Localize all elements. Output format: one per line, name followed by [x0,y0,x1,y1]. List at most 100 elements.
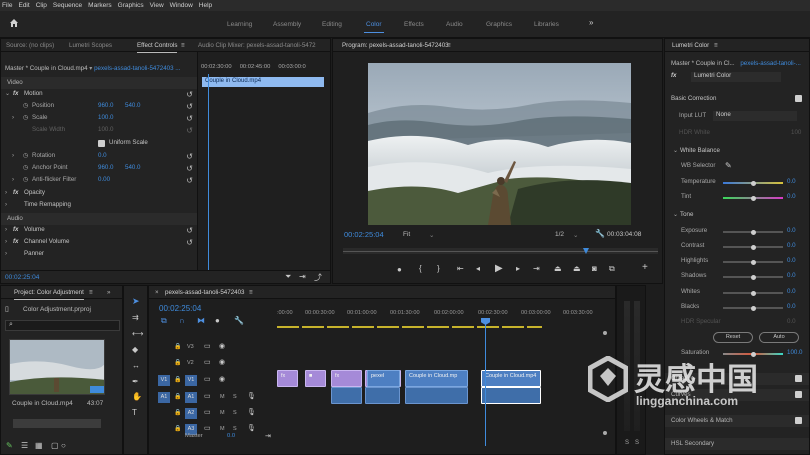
scale-value[interactable]: 100.0 [98,114,113,121]
opacity-row[interactable]: › fx Opacity [1,189,197,201]
step-back-icon[interactable]: ◂ [476,264,480,273]
lock-icon[interactable]: 🔒 [174,376,181,383]
program-timecode[interactable]: 00:02:25:04 [344,230,384,239]
scroll-handle[interactable] [603,431,607,435]
slider-knob[interactable] [751,259,756,265]
slider-knob[interactable] [751,180,756,186]
fit-dropdown[interactable]: Fit [403,231,410,238]
eyedropper-icon[interactable]: ✎ [725,161,732,170]
video-clip[interactable]: pexel [367,370,400,387]
chevron-right-icon[interactable]: › [5,250,7,257]
ec-mini-timeline[interactable]: 00:02:30:00 00:02:45:00 00:03:00:0 Coupl… [197,52,330,272]
add-marker-icon[interactable]: ● [397,265,402,274]
whites-value[interactable]: 0.0 [787,288,796,295]
chevron-down-icon[interactable]: ⌄ [673,147,678,154]
reset-icon[interactable]: ↺ [186,152,193,161]
temperature-slider[interactable] [723,180,783,186]
hsl-secondary-header[interactable]: HSL Secondary [665,438,809,450]
curves-header[interactable]: Curves [665,389,809,401]
list-view-icon[interactable]: ☰ [21,441,28,450]
add-button-icon[interactable]: + [642,262,648,273]
reset-icon[interactable]: ↺ [186,226,193,235]
menu-markers[interactable]: Markers [88,2,111,9]
home-icon[interactable] [9,18,19,28]
video-clip[interactable]: ■ [305,370,326,387]
stopwatch-icon[interactable]: ◷ [23,164,28,171]
microphone-icon[interactable]: 🎙 [247,424,256,432]
track-target-a2[interactable]: A2 [185,408,197,419]
lumetri-master-clip[interactable]: Master * Couple in Cl... [671,60,735,67]
go-to-end-icon[interactable]: ⇥ [265,432,271,440]
program-video-frame[interactable] [368,63,631,225]
go-to-out-icon[interactable]: ⇥ [533,264,540,273]
slider-knob[interactable] [751,195,756,201]
project-title[interactable]: Project: Color Adjustment [14,289,84,300]
tab-audio-clip-mixer[interactable]: Audio Clip Mixer: pexels-assad-tanoli-54… [198,42,316,49]
ws-tab-libraries[interactable]: Libraries [534,21,559,28]
blacks-slider[interactable] [723,305,783,311]
ws-tab-editing[interactable]: Editing [322,21,342,28]
slider-knob[interactable] [751,290,756,296]
tint-value[interactable]: 0.0 [787,193,796,200]
project-search-input[interactable]: ⌕ [5,320,120,331]
ws-tab-audio[interactable]: Audio [446,21,463,28]
snap-icon[interactable]: ∩ [179,316,185,325]
creative-checkbox[interactable] [795,375,802,382]
antiflicker-value[interactable]: 0.00 [98,176,110,183]
channel-volume-row[interactable]: › fx Channel Volume ↺ [1,238,197,250]
audio-clip[interactable] [365,387,400,404]
chevron-down-icon[interactable]: ⌄ [429,231,434,239]
slider-knob[interactable] [751,244,756,250]
slider-knob[interactable] [751,305,756,311]
stopwatch-icon[interactable]: ◷ [23,114,28,121]
menu-view[interactable]: View [150,2,164,9]
chevron-right-icon[interactable]: › [12,176,14,183]
chevron-right-icon[interactable]: › [12,114,14,121]
timeline-ruler[interactable]: :00:00 00:00:30:00 00:01:00:00 00:01:30:… [277,310,615,326]
slider-knob[interactable] [751,274,756,280]
close-icon[interactable]: × [155,289,159,296]
reset-icon[interactable]: ↺ [186,102,193,111]
basic-correction-header[interactable]: Basic Correction [671,95,809,107]
play-icon[interactable]: ▶ [495,263,503,274]
sync-lock-icon[interactable]: ▭ [204,375,211,383]
chevron-right-icon[interactable]: › [12,152,14,159]
volume-row[interactable]: › fx Volume ↺ [1,226,197,238]
source-patch-v1[interactable]: V1 [158,375,170,386]
saturation-value[interactable]: 100.0 [787,349,802,356]
lift-icon[interactable]: ⏏ [554,264,562,273]
lock-icon[interactable]: 🔒 [174,359,181,366]
expand-chevron-icon[interactable]: ⌄ [5,90,10,97]
ws-tab-color[interactable]: Color [364,21,384,33]
lumetri-title[interactable]: Lumetri Color [672,42,709,49]
ws-tab-assembly[interactable]: Assembly [273,21,301,28]
selected-video-clip[interactable]: Couple in Cloud.mp4 [481,370,541,387]
tab-lumetri-scopes[interactable]: Lumetri Scopes [69,42,112,49]
video-clip[interactable]: Couple in Cloud.mp [405,370,468,387]
color-wheels-checkbox[interactable] [795,417,802,424]
second-clip-thumbnail[interactable] [13,419,101,428]
chevron-right-icon[interactable]: › [5,238,7,245]
ec-clip-bar[interactable]: Couple in Cloud.mp4 [202,77,324,87]
reset-icon[interactable]: ↺ [186,164,193,173]
chevron-right-icon[interactable]: › [5,226,7,233]
menu-help[interactable]: Help [199,2,212,9]
video-clip[interactable]: fx [331,370,362,387]
creative-header[interactable]: Creative [665,373,809,385]
ec-timecode[interactable]: 00:02:25:04 [5,274,39,281]
uniform-scale-checkbox[interactable] [98,140,105,147]
share-icon[interactable]: ⤴ [314,272,322,283]
video-clip[interactable]: fx [277,370,298,387]
freeform-view-icon[interactable]: ▢ [51,441,59,450]
menu-icon[interactable]: ≡ [714,42,718,49]
razor-icon[interactable]: ◆ [132,345,138,354]
lock-icon[interactable]: 🔒 [174,409,181,416]
program-scrubber[interactable] [343,248,658,254]
linked-selection-icon[interactable]: ⧓ [197,316,205,325]
track-target-v1[interactable]: V1 [185,375,197,386]
compare-icon[interactable]: ⧉ [609,264,615,274]
eye-icon[interactable]: ◉ [219,375,225,383]
exposure-slider[interactable] [723,229,783,235]
slip-icon[interactable]: ↔ [132,361,140,370]
tab-effect-controls[interactable]: Effect Controls [137,42,178,53]
